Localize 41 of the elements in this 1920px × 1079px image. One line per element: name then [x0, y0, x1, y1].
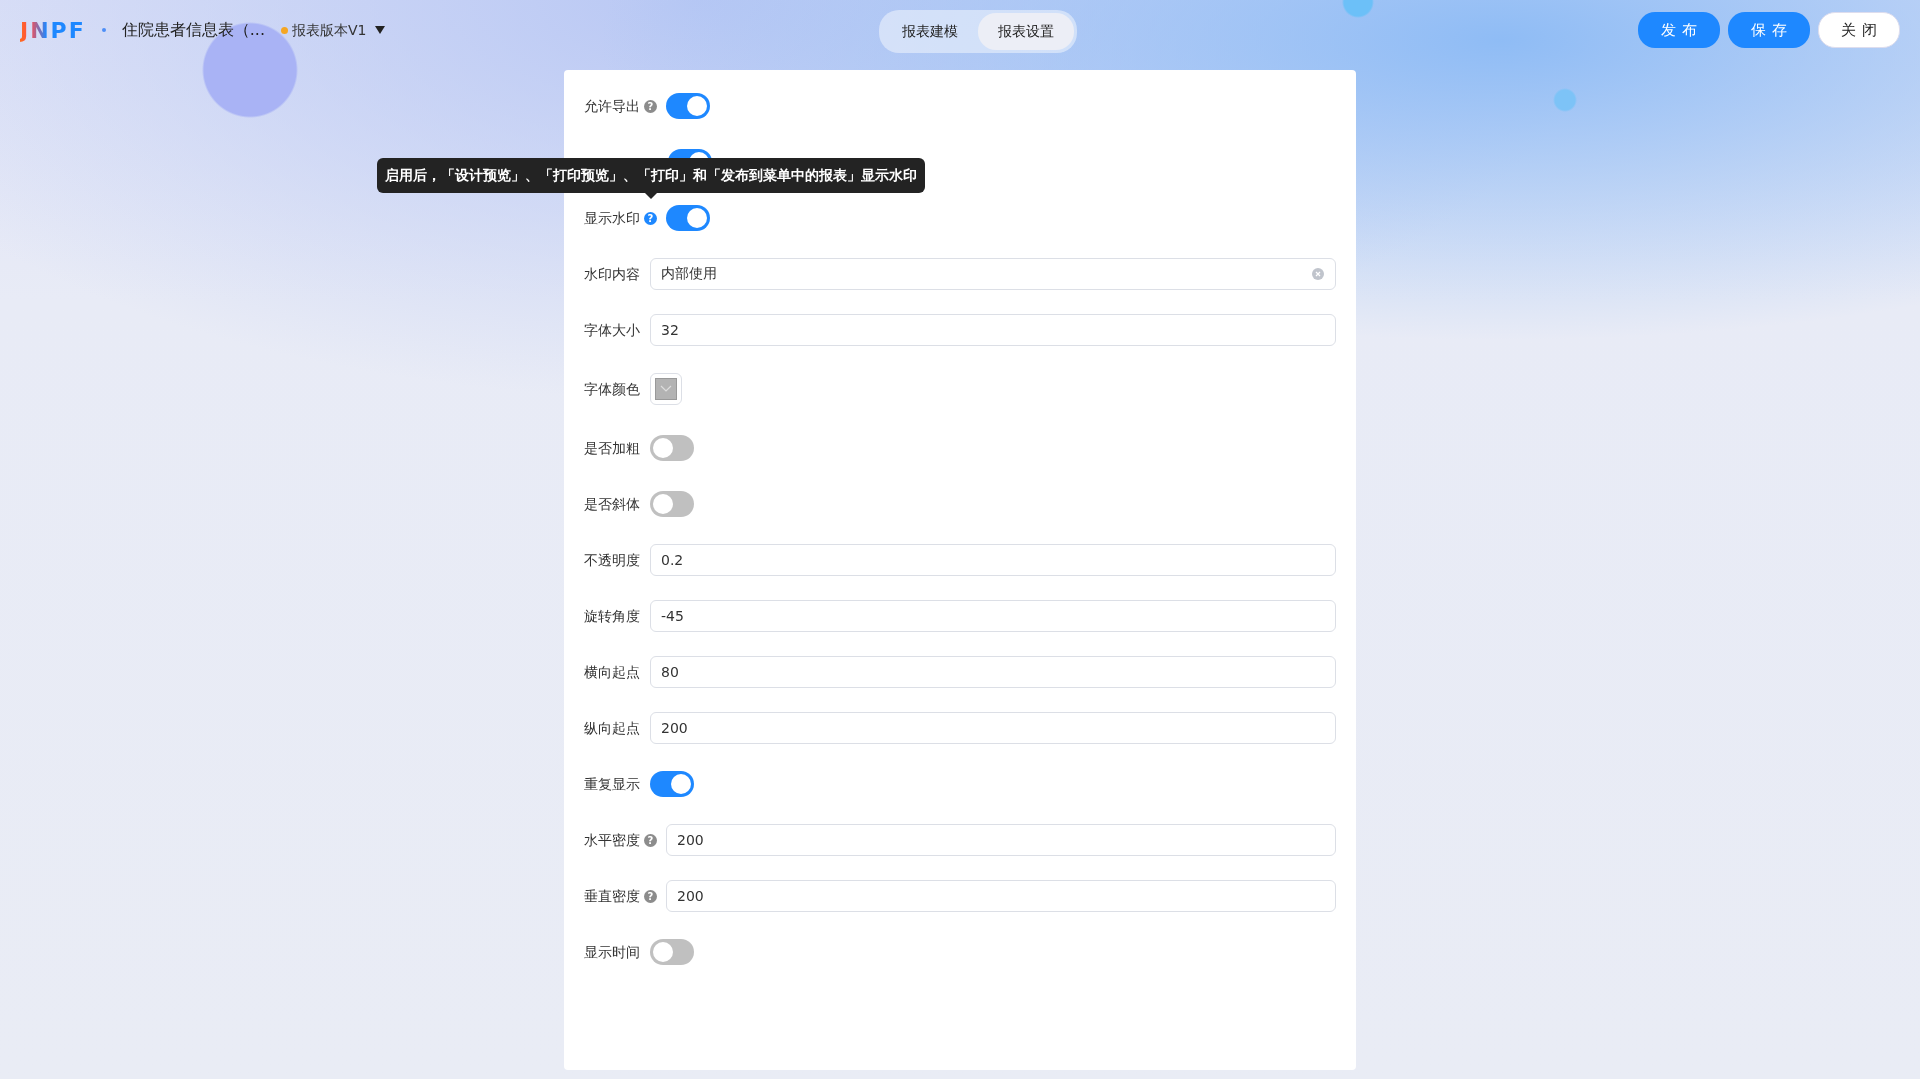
color-picker[interactable]	[650, 373, 682, 405]
status-dot	[281, 26, 288, 34]
toggle-switch[interactable]	[666, 93, 710, 119]
tab[interactable]: 报表设置	[978, 13, 1074, 50]
version-dropdown[interactable]: 报表版本V1	[292, 19, 367, 41]
caret-icon	[374, 26, 385, 34]
field-label: 显示水印	[584, 208, 640, 228]
input-field[interactable]: 0.2	[650, 544, 1336, 576]
input-field[interactable]: 200	[650, 712, 1336, 744]
field-label: 允许导出	[584, 96, 640, 116]
separator-dot	[101, 28, 106, 32]
field-label: 重复显示	[584, 774, 640, 794]
toggle-switch[interactable]	[650, 939, 694, 965]
tooltip: 启用后，「设计预览」、「打印预览」、「打印」和「发布到菜单中的报表」显示水印	[376, 158, 925, 193]
field-label: 显示时间	[584, 942, 640, 962]
field-label: 水印内容	[584, 264, 640, 284]
field-label: 横向起点	[584, 662, 640, 682]
report-title: 住院患者信息表（...	[121, 19, 265, 41]
field-label: 字体大小	[584, 320, 640, 340]
input-field[interactable]: -45	[650, 600, 1336, 632]
input-field[interactable]: 200	[666, 824, 1336, 856]
input-field[interactable]: 200	[666, 880, 1336, 912]
toggle-switch[interactable]	[650, 771, 694, 797]
field-label: 垂直密度	[584, 886, 640, 906]
toggle-switch[interactable]	[650, 435, 694, 461]
field-label: 纵向起点	[584, 718, 640, 738]
header-button[interactable]: 关闭	[1818, 11, 1900, 49]
field-label: 水平密度	[584, 830, 640, 850]
input-field[interactable]: 内部使用	[650, 258, 1336, 290]
toggle-switch[interactable]	[650, 491, 694, 517]
clear-icon[interactable]	[1312, 268, 1324, 280]
field-label: 不透明度	[584, 550, 640, 570]
input-field[interactable]: 32	[650, 314, 1336, 346]
input-field[interactable]: 80	[650, 656, 1336, 688]
chevron-icon	[660, 385, 672, 393]
field-label: 是否加粗	[584, 438, 640, 458]
toggle-switch[interactable]	[666, 205, 710, 231]
tab[interactable]: 报表建模	[882, 13, 978, 50]
field-label: 是否斜体	[584, 494, 640, 514]
field-label: 字体颜色	[584, 379, 640, 399]
field-label: 旋转角度	[584, 606, 640, 626]
